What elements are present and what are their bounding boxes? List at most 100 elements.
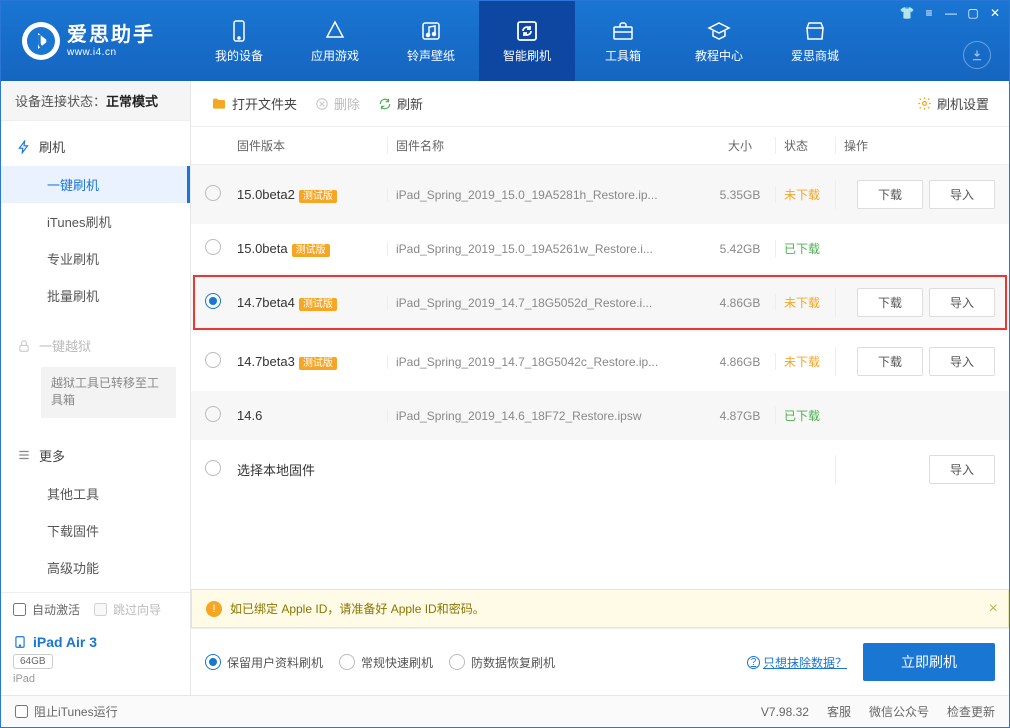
flash-icon bbox=[17, 140, 31, 154]
sidebar-item-batch[interactable]: 批量刷机 bbox=[1, 277, 190, 314]
import-button[interactable]: 导入 bbox=[929, 288, 995, 317]
table-row-local[interactable]: 选择本地固件 导入 bbox=[191, 440, 1009, 499]
table-row[interactable]: 14.6 iPad_Spring_2019_14.6_18F72_Restore… bbox=[191, 391, 1009, 440]
sidebar-item-other-tools[interactable]: 其他工具 bbox=[1, 475, 190, 512]
sidebar-item-advanced[interactable]: 高级功能 bbox=[1, 549, 190, 586]
wechat-link[interactable]: 微信公众号 bbox=[869, 703, 929, 720]
row-radio[interactable] bbox=[205, 406, 221, 422]
conn-value: 正常模式 bbox=[106, 94, 158, 109]
th-version: 固件版本 bbox=[237, 137, 387, 154]
auto-activate-checkbox[interactable] bbox=[13, 603, 26, 616]
nav-flash[interactable]: 智能刷机 bbox=[479, 1, 575, 81]
row-ops: 下载导入 bbox=[835, 347, 995, 376]
download-status-icon[interactable] bbox=[963, 41, 991, 69]
row-radio[interactable] bbox=[205, 185, 221, 201]
firmware-filename: iPad_Spring_2019_14.7_18G5042c_Restore.i… bbox=[387, 355, 705, 369]
flash-now-button[interactable]: 立即刷机 bbox=[863, 643, 995, 681]
sidebar-head-more[interactable]: 更多 bbox=[1, 436, 190, 475]
firmware-filename: iPad_Spring_2019_15.0_19A5281h_Restore.i… bbox=[387, 188, 705, 202]
brand-title: 爱思助手 bbox=[67, 24, 155, 47]
import-button[interactable]: 导入 bbox=[929, 455, 995, 484]
device-capacity: 64GB bbox=[13, 654, 53, 669]
refresh-button[interactable]: 刷新 bbox=[372, 91, 429, 116]
nav-apps[interactable]: 应用游戏 bbox=[287, 1, 383, 81]
row-radio[interactable] bbox=[205, 460, 221, 476]
firmware-status: 已下载 bbox=[775, 240, 835, 257]
nav-tools[interactable]: 工具箱 bbox=[575, 1, 671, 81]
nav-tutorials[interactable]: 教程中心 bbox=[671, 1, 767, 81]
flash-opt-fast[interactable]: 常规快速刷机 bbox=[339, 654, 433, 671]
win-skin-icon[interactable]: 👕 bbox=[899, 5, 915, 21]
table-row[interactable]: 15.0beta2测试版 iPad_Spring_2019_15.0_19A52… bbox=[191, 165, 1009, 224]
table-row[interactable]: 15.0beta测试版 iPad_Spring_2019_15.0_19A526… bbox=[191, 224, 1009, 273]
flash-opt-recover[interactable]: 防数据恢复刷机 bbox=[449, 654, 555, 671]
conn-label: 设备连接状态： bbox=[15, 94, 106, 109]
row-radio[interactable] bbox=[205, 352, 221, 368]
sidebar-head-flash[interactable]: 刷机 bbox=[1, 127, 190, 166]
download-button[interactable]: 下载 bbox=[857, 180, 923, 209]
nav-label: 我的设备 bbox=[215, 47, 263, 64]
warning-icon: ! bbox=[206, 601, 222, 617]
beta-tag: 测试版 bbox=[299, 298, 337, 311]
shop-icon bbox=[803, 19, 827, 43]
firmware-status: 已下载 bbox=[775, 407, 835, 424]
auto-activate-label: 自动激活 bbox=[32, 601, 80, 618]
alert-close-icon[interactable]: × bbox=[989, 600, 998, 618]
refresh-icon bbox=[515, 19, 539, 43]
sidebar-item-itunes[interactable]: iTunes刷机 bbox=[1, 203, 190, 240]
firmware-version: 14.7beta3 bbox=[237, 354, 295, 369]
skip-wizard-checkbox[interactable] bbox=[94, 603, 107, 616]
download-button[interactable]: 下载 bbox=[857, 288, 923, 317]
firmware-status: 未下载 bbox=[775, 294, 835, 311]
block-itunes-checkbox[interactable] bbox=[15, 705, 28, 718]
firmware-version: 15.0beta bbox=[237, 241, 288, 256]
flash-opt-keep[interactable]: 保留用户资料刷机 bbox=[205, 654, 323, 671]
gear-icon bbox=[917, 96, 932, 111]
row-ops: 下载导入 bbox=[835, 288, 995, 317]
download-button[interactable]: 下载 bbox=[857, 347, 923, 376]
firmware-version: 15.0beta2 bbox=[237, 187, 295, 202]
sidebar-head-jailbreak: 一键越狱 bbox=[1, 326, 190, 365]
top-nav: 我的设备 应用游戏 铃声壁纸 智能刷机 工具箱 教程中心 爱思商城 bbox=[191, 1, 1009, 81]
win-maximize-icon[interactable]: ▢ bbox=[965, 5, 981, 21]
nav-label: 智能刷机 bbox=[503, 47, 551, 64]
version-label: V7.98.32 bbox=[761, 705, 809, 719]
sidebar-item-pro[interactable]: 专业刷机 bbox=[1, 240, 190, 277]
firmware-filename: iPad_Spring_2019_14.7_18G5052d_Restore.i… bbox=[387, 296, 705, 310]
win-close-icon[interactable]: ✕ bbox=[987, 5, 1003, 21]
toolbox-icon bbox=[611, 19, 635, 43]
import-button[interactable]: 导入 bbox=[929, 180, 995, 209]
delete-button[interactable]: 删除 bbox=[309, 91, 366, 116]
open-folder-button[interactable]: 打开文件夹 bbox=[205, 91, 303, 116]
table-row[interactable]: 14.7beta3 测试版 iPad_Spring_2019_14.7_18G50… bbox=[191, 332, 1009, 391]
appleid-alert: ! 如已绑定 Apple ID，请准备好 Apple ID和密码。 × bbox=[191, 589, 1009, 628]
nav-shop[interactable]: 爱思商城 bbox=[767, 1, 863, 81]
row-radio[interactable] bbox=[205, 293, 221, 309]
flash-settings-button[interactable]: 刷机设置 bbox=[911, 91, 995, 116]
nav-mydevice[interactable]: 我的设备 bbox=[191, 1, 287, 81]
device-info[interactable]: iPad Air 3 64GB iPad bbox=[1, 626, 190, 697]
customer-service-link[interactable]: 客服 bbox=[827, 703, 851, 720]
import-button[interactable]: 导入 bbox=[929, 347, 995, 376]
table-row[interactable]: 14.7beta4 测试版 iPad_Spring_2019_14.7_18G50… bbox=[191, 273, 1009, 332]
jailbreak-note[interactable]: 越狱工具已转移至工具箱 bbox=[41, 367, 176, 418]
sidebar-item-dl-firmware[interactable]: 下载固件 bbox=[1, 512, 190, 549]
firmware-size: 5.35GB bbox=[705, 188, 775, 202]
nav-ring[interactable]: 铃声壁纸 bbox=[383, 1, 479, 81]
svg-text:iU: iU bbox=[32, 32, 50, 52]
firmware-version: 14.7beta4 bbox=[237, 295, 295, 310]
beta-tag: 测试版 bbox=[299, 357, 337, 370]
tablet-icon bbox=[13, 635, 27, 649]
win-menu-icon[interactable]: ≡ bbox=[921, 5, 937, 21]
refresh-icon bbox=[378, 97, 392, 111]
th-name: 固件名称 bbox=[387, 137, 705, 154]
erase-data-link[interactable]: ?只想抹除数据？ bbox=[747, 654, 847, 671]
check-update-link[interactable]: 检查更新 bbox=[947, 703, 995, 720]
table-header: 固件版本 固件名称 大小 状态 操作 bbox=[191, 127, 1009, 165]
nav-label: 教程中心 bbox=[695, 47, 743, 64]
row-radio[interactable] bbox=[205, 239, 221, 255]
sidebar-item-onekey[interactable]: 一键刷机 bbox=[1, 166, 190, 203]
win-minimize-icon[interactable]: — bbox=[943, 5, 959, 21]
delete-icon bbox=[315, 97, 329, 111]
phone-icon bbox=[227, 19, 251, 43]
